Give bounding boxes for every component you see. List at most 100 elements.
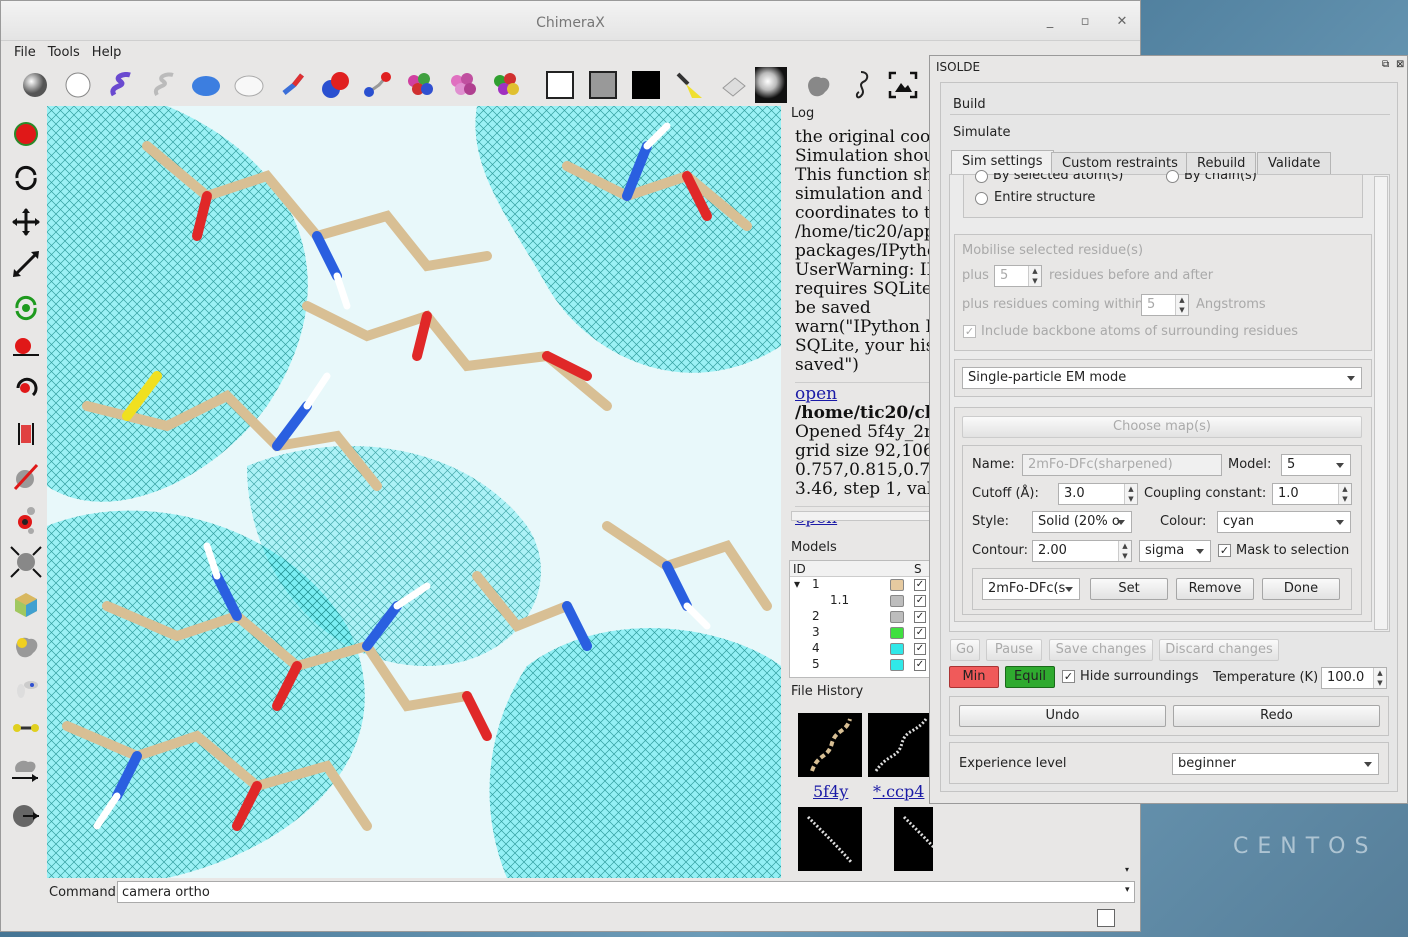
seahorse-icon[interactable]	[844, 69, 876, 101]
next-icon[interactable]	[9, 799, 43, 833]
model-color-swatch[interactable]	[890, 579, 904, 591]
go-button[interactable]: Go	[950, 639, 980, 661]
rotate-selected-icon[interactable]	[9, 291, 43, 325]
log-open-link[interactable]: open	[795, 385, 933, 404]
mask-selection-checkbox[interactable]: ✓	[1218, 544, 1231, 557]
table-row[interactable]: 2 ✓	[790, 609, 931, 625]
model-select[interactable]: 5	[1281, 454, 1351, 476]
bond-icon[interactable]	[9, 711, 43, 745]
thumbnail-map-1[interactable]	[798, 807, 862, 871]
atoms-pink-icon[interactable]	[447, 69, 479, 101]
rotate-icon[interactable]	[9, 161, 43, 195]
atoms-colored-icon[interactable]	[404, 69, 436, 101]
tab-validate[interactable]: Validate	[1257, 152, 1332, 174]
move-atoms-icon[interactable]	[9, 331, 43, 365]
model-color-swatch[interactable]	[890, 627, 904, 639]
style-select[interactable]: Solid (20% o	[1032, 511, 1132, 533]
move-picked-icon[interactable]	[9, 753, 43, 787]
float-icon[interactable]: ⧉	[1382, 59, 1389, 70]
remove-button[interactable]: Remove	[1176, 578, 1254, 600]
redo-button[interactable]: Redo	[1173, 705, 1380, 727]
lighting-simple-icon[interactable]	[673, 69, 705, 101]
contour-units-select[interactable]: sigma	[1139, 540, 1211, 562]
by-selected-radio[interactable]	[975, 170, 988, 183]
white-background-icon[interactable]	[544, 69, 576, 101]
file-history-link-ccp4[interactable]: *.ccp4	[873, 782, 924, 801]
cartoon-blob-icon[interactable]	[802, 69, 834, 101]
model-shown-checkbox[interactable]: ✓	[914, 627, 926, 639]
equil-button[interactable]: Equil	[1005, 666, 1055, 688]
hide-surroundings-checkbox[interactable]: ✓	[1062, 670, 1075, 683]
close-icon[interactable]: ✕	[1113, 13, 1131, 31]
done-button[interactable]: Done	[1262, 578, 1340, 600]
table-row[interactable]: 4 ✓	[790, 641, 931, 657]
lighting-soft-icon[interactable]	[716, 69, 748, 101]
cartoon-icon[interactable]	[104, 69, 136, 101]
bond-rotation-icon[interactable]	[9, 459, 43, 493]
command-input[interactable]: camera ortho	[117, 881, 1135, 903]
table-row[interactable]: 5 ✓	[790, 657, 931, 673]
map-name-field[interactable]: 2mFo-DFc(sharpened)	[1022, 454, 1222, 476]
sphere-atoms-icon[interactable]	[319, 69, 351, 101]
model-color-swatch[interactable]	[890, 595, 904, 607]
contour-map-icon[interactable]	[9, 545, 43, 579]
select-mode-icon[interactable]	[1097, 909, 1115, 927]
by-chain-radio[interactable]	[1166, 170, 1179, 183]
undo-button[interactable]: Undo	[959, 705, 1166, 727]
tug-atom-icon[interactable]	[9, 371, 43, 405]
menu-tools[interactable]: Tools	[42, 42, 86, 63]
colour-select[interactable]: cyan	[1217, 511, 1351, 533]
cartoon-outline-icon[interactable]	[147, 69, 179, 101]
gray-background-icon[interactable]	[587, 69, 619, 101]
table-row[interactable]: ▾ 1 ✓	[790, 577, 931, 593]
command-history-icon[interactable]: ▾	[1125, 885, 1130, 895]
map-box-icon[interactable]	[9, 587, 43, 621]
close-panel-icon[interactable]: ⊠	[1396, 59, 1404, 70]
tab-rebuild[interactable]: Rebuild	[1186, 152, 1257, 174]
surface-icon[interactable]	[190, 69, 222, 101]
save-changes-button[interactable]: Save changes	[1049, 639, 1153, 661]
pause-button[interactable]: Pause	[986, 639, 1042, 661]
model-shown-checkbox[interactable]: ✓	[914, 659, 926, 671]
select-atom-icon[interactable]	[9, 117, 43, 151]
contour-spinner[interactable]: 2.00 ▲ ▼	[1032, 540, 1132, 562]
discard-changes-button[interactable]: Discard changes	[1159, 639, 1279, 661]
set-button[interactable]: Set	[1090, 578, 1168, 600]
temperature-spinner[interactable]: 100.0 ▲ ▼	[1321, 667, 1387, 689]
within-angstroms-spinner[interactable]: 5 ▲ ▼	[1141, 294, 1189, 316]
model-shown-checkbox[interactable]: ✓	[914, 579, 926, 591]
label-icon[interactable]	[9, 671, 43, 705]
simulate-section[interactable]: Simulate	[953, 125, 1010, 140]
minimize-icon[interactable]: _	[1041, 13, 1059, 31]
log-scrollbar[interactable]	[791, 511, 931, 521]
thumbnail-ccp4[interactable]	[868, 713, 932, 777]
thumbnail-5f4y[interactable]	[798, 713, 862, 777]
distance-icon[interactable]	[9, 417, 43, 451]
tab-sim-settings[interactable]: Sim settings	[951, 150, 1054, 174]
map-select[interactable]: 2mFo-DFc(s	[982, 578, 1080, 600]
settings-scrollbar[interactable]	[1374, 176, 1388, 630]
maximize-icon[interactable]: ▫	[1076, 13, 1094, 31]
black-background-icon[interactable]	[630, 69, 662, 101]
atoms-hetero-icon[interactable]	[490, 69, 522, 101]
ball-style-icon[interactable]	[19, 69, 51, 101]
choose-maps-button[interactable]: Choose map(s)	[962, 416, 1362, 438]
menu-file[interactable]: File	[8, 42, 42, 63]
sphere-style-icon[interactable]	[62, 69, 94, 101]
pivot-icon[interactable]	[9, 503, 43, 537]
model-color-swatch[interactable]	[890, 643, 904, 655]
lighting-full-icon[interactable]	[755, 67, 787, 103]
table-row[interactable]: 1.1 ✓	[790, 593, 931, 609]
model-color-swatch[interactable]	[890, 611, 904, 623]
molecular-viewport[interactable]	[47, 106, 781, 878]
em-mode-select[interactable]: Single-particle EM mode	[962, 367, 1362, 389]
build-section[interactable]: Build	[953, 97, 986, 112]
zoom-icon[interactable]	[9, 247, 43, 281]
ball-stick-icon[interactable]	[361, 69, 393, 101]
blob-icon[interactable]	[9, 629, 43, 663]
expand-icon[interactable]: ▾	[794, 577, 800, 591]
model-color-swatch[interactable]	[890, 659, 904, 671]
file-history-link-5f4y[interactable]: 5f4y	[813, 782, 848, 801]
menu-help[interactable]: Help	[86, 42, 128, 63]
cutoff-spinner[interactable]: 3.0 ▲ ▼	[1058, 483, 1138, 505]
